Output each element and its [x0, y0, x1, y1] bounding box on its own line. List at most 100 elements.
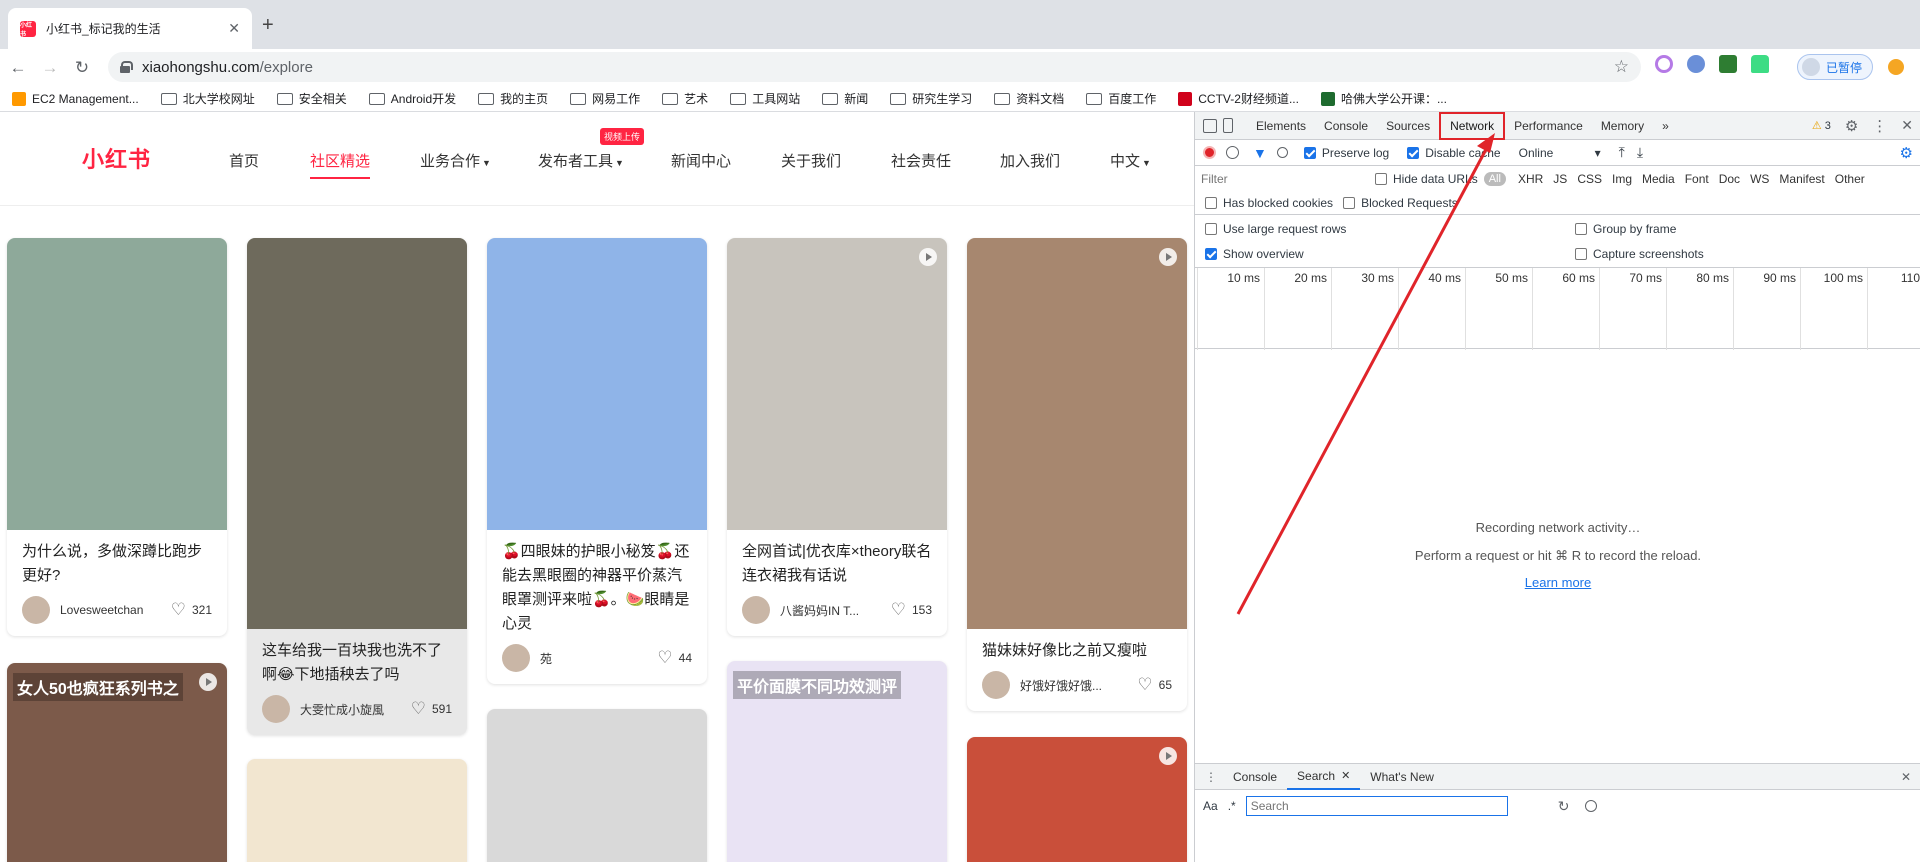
learn-more-link[interactable]: Learn more	[1525, 575, 1591, 590]
type-filter-manifest[interactable]: Manifest	[1779, 172, 1824, 186]
note-cover-image[interactable]	[7, 238, 227, 530]
heart-icon[interactable]: ♡	[411, 699, 426, 719]
bookmark-item[interactable]: 百度工作	[1086, 90, 1156, 107]
note-card[interactable]: 猫妹妹好像比之前又瘦啦 好饿好饿好饿... ♡ 65	[967, 238, 1187, 711]
kebab-menu-icon[interactable]: ⋮	[1872, 117, 1887, 135]
export-har-icon[interactable]: ⤓	[1637, 144, 1643, 161]
bookmark-item[interactable]: 研究生学习	[890, 90, 972, 107]
drawer-tab-console[interactable]: Console	[1223, 764, 1287, 790]
type-filter-css[interactable]: CSS	[1577, 172, 1602, 186]
note-title[interactable]: 全网首试|优衣库×theory联名连衣裙我有话说	[727, 530, 947, 588]
close-devtools-icon[interactable]: ✕	[1901, 117, 1913, 134]
overview-timeline[interactable]: 10 ms 20 ms 30 ms 40 ms 50 ms 60 ms 70 ms 80 ms…	[1195, 267, 1920, 350]
group-by-frame-checkbox[interactable]	[1575, 222, 1587, 235]
clear-search-icon[interactable]	[1585, 800, 1598, 812]
search-input[interactable]	[1245, 796, 1508, 816]
author-avatar[interactable]	[22, 596, 50, 624]
refresh-search-icon[interactable]: ↻	[1558, 798, 1570, 815]
nav-about[interactable]: 关于我们	[781, 150, 841, 171]
author-avatar[interactable]	[742, 596, 770, 624]
nav-join-us[interactable]: 加入我们	[1000, 150, 1060, 171]
address-bar[interactable]: xiaohongshu.com/explore ☆	[108, 52, 1641, 82]
regex-toggle[interactable]: .*	[1228, 799, 1236, 813]
author-name[interactable]: 好饿好饿好饿...	[1020, 677, 1131, 694]
match-case-toggle[interactable]: Aa	[1203, 799, 1218, 813]
bookmark-item[interactable]: 我的主页	[478, 90, 548, 107]
note-title[interactable]: 为什么说，多做深蹲比跑步更好?	[7, 530, 227, 588]
note-card[interactable]: 女人50也疯狂系列书之	[7, 663, 227, 862]
reload-button[interactable]: ↻	[68, 58, 96, 78]
close-tab-icon[interactable]: ✕	[228, 20, 240, 37]
extension-blue-icon[interactable]	[1687, 55, 1705, 73]
author-name[interactable]: 八酱妈妈IN T...	[780, 602, 885, 619]
nav-community[interactable]: 社区精选	[310, 150, 371, 179]
note-card[interactable]	[247, 759, 467, 862]
import-har-icon[interactable]: ⤒	[1619, 144, 1625, 161]
profile-paused-button[interactable]: 已暂停	[1797, 54, 1874, 80]
drawer-tab-whats-new[interactable]: What's New	[1360, 764, 1444, 790]
note-cover-image[interactable]	[247, 238, 467, 629]
new-tab-button[interactable]: +	[262, 14, 274, 37]
nav-news[interactable]: 新闻中心	[671, 150, 731, 171]
inspect-element-icon[interactable]	[1203, 118, 1217, 133]
type-filter-doc[interactable]: Doc	[1719, 172, 1740, 186]
warning-icon[interactable]: ⚠	[1812, 119, 1822, 132]
site-logo[interactable]: 小红书	[82, 142, 151, 174]
author-avatar[interactable]	[982, 671, 1010, 699]
nav-language[interactable]: 中文 ▼	[1110, 150, 1151, 171]
note-cover-image[interactable]	[967, 737, 1187, 862]
bookmark-item[interactable]: CCTV-2财经频道...	[1178, 90, 1299, 107]
record-icon[interactable]	[1203, 146, 1216, 159]
author-name[interactable]: 大雯忙成小旋風	[300, 701, 405, 718]
disable-cache-checkbox[interactable]	[1407, 146, 1420, 159]
author-avatar[interactable]	[262, 695, 290, 723]
type-filter-js[interactable]: JS	[1553, 172, 1567, 186]
blocked-requests-checkbox[interactable]	[1343, 196, 1356, 209]
bookmark-item[interactable]: 工具网站	[730, 90, 800, 107]
search-icon[interactable]	[1276, 147, 1288, 158]
note-cover-image[interactable]	[487, 238, 707, 530]
device-toolbar-icon[interactable]	[1223, 118, 1233, 133]
throttle-select[interactable]: Online ▾	[1519, 146, 1601, 160]
author-name[interactable]: Lovesweetchan	[60, 603, 165, 617]
close-search-tab-icon[interactable]: ✕	[1341, 769, 1350, 782]
note-title[interactable]: 猫妹妹好像比之前又瘦啦	[967, 629, 1187, 663]
nav-publisher-tools[interactable]: 发布者工具 ▼	[538, 150, 624, 171]
type-filter-ws[interactable]: WS	[1750, 172, 1769, 186]
heart-icon[interactable]: ♡	[171, 600, 186, 620]
tab-network[interactable]: Network	[1439, 111, 1506, 140]
author-name[interactable]: 苑	[540, 650, 651, 667]
bookmark-item[interactable]: Android开发	[368, 90, 456, 107]
forward-button[interactable]: →	[36, 58, 64, 78]
extension-orange-icon[interactable]	[1888, 59, 1904, 75]
drawer-menu-icon[interactable]: ⋮	[1205, 770, 1217, 784]
preserve-log-checkbox[interactable]	[1303, 146, 1316, 159]
nav-social-responsibility[interactable]: 社会责任	[891, 150, 951, 171]
network-settings-gear-icon[interactable]: ⚙	[1900, 144, 1913, 162]
filter-funnel-icon[interactable]: ▼	[1253, 145, 1267, 161]
bookmark-item[interactable]: 北大学校网址	[160, 90, 255, 107]
bookmark-item[interactable]: 新闻	[822, 90, 868, 107]
note-cover-image[interactable]	[247, 759, 467, 862]
more-tabs-icon[interactable]: »	[1653, 112, 1678, 140]
note-card[interactable]: 平价面膜不同功效测评	[727, 661, 947, 862]
note-title[interactable]: 这车给我一百块我也洗不了啊😂下地插秧去了吗	[247, 629, 467, 687]
bookmark-item[interactable]: 安全相关	[276, 90, 347, 107]
tab-sources[interactable]: Sources	[1377, 112, 1439, 140]
tab-memory[interactable]: Memory	[1592, 112, 1653, 140]
note-title[interactable]: 🍒四眼妹的护眼小秘笈🍒还能去黑眼圈的神器平价蒸汽眼罩测评来啦🍒。🍉眼睛是心灵	[487, 530, 707, 636]
tab-performance[interactable]: Performance	[1505, 112, 1592, 140]
nav-business[interactable]: 业务合作 ▼	[420, 150, 491, 171]
bookmark-star-icon[interactable]: ☆	[1614, 57, 1629, 77]
note-card[interactable]: 这车给我一百块我也洗不了啊😂下地插秧去了吗 大雯忙成小旋風 ♡ 591	[247, 238, 467, 735]
type-filter-all[interactable]: All	[1483, 171, 1506, 186]
hide-data-urls-checkbox[interactable]	[1375, 172, 1387, 185]
heart-icon[interactable]: ♡	[891, 600, 906, 620]
nav-home[interactable]: 首页	[229, 150, 259, 171]
heart-icon[interactable]: ♡	[1137, 675, 1152, 695]
close-drawer-icon[interactable]: ✕	[1901, 770, 1911, 784]
settings-gear-icon[interactable]: ⚙	[1845, 117, 1858, 135]
bookmark-item[interactable]: 哈佛大学公开课：...	[1320, 90, 1447, 107]
type-filter-xhr[interactable]: XHR	[1518, 172, 1543, 186]
author-avatar[interactable]	[502, 644, 530, 672]
